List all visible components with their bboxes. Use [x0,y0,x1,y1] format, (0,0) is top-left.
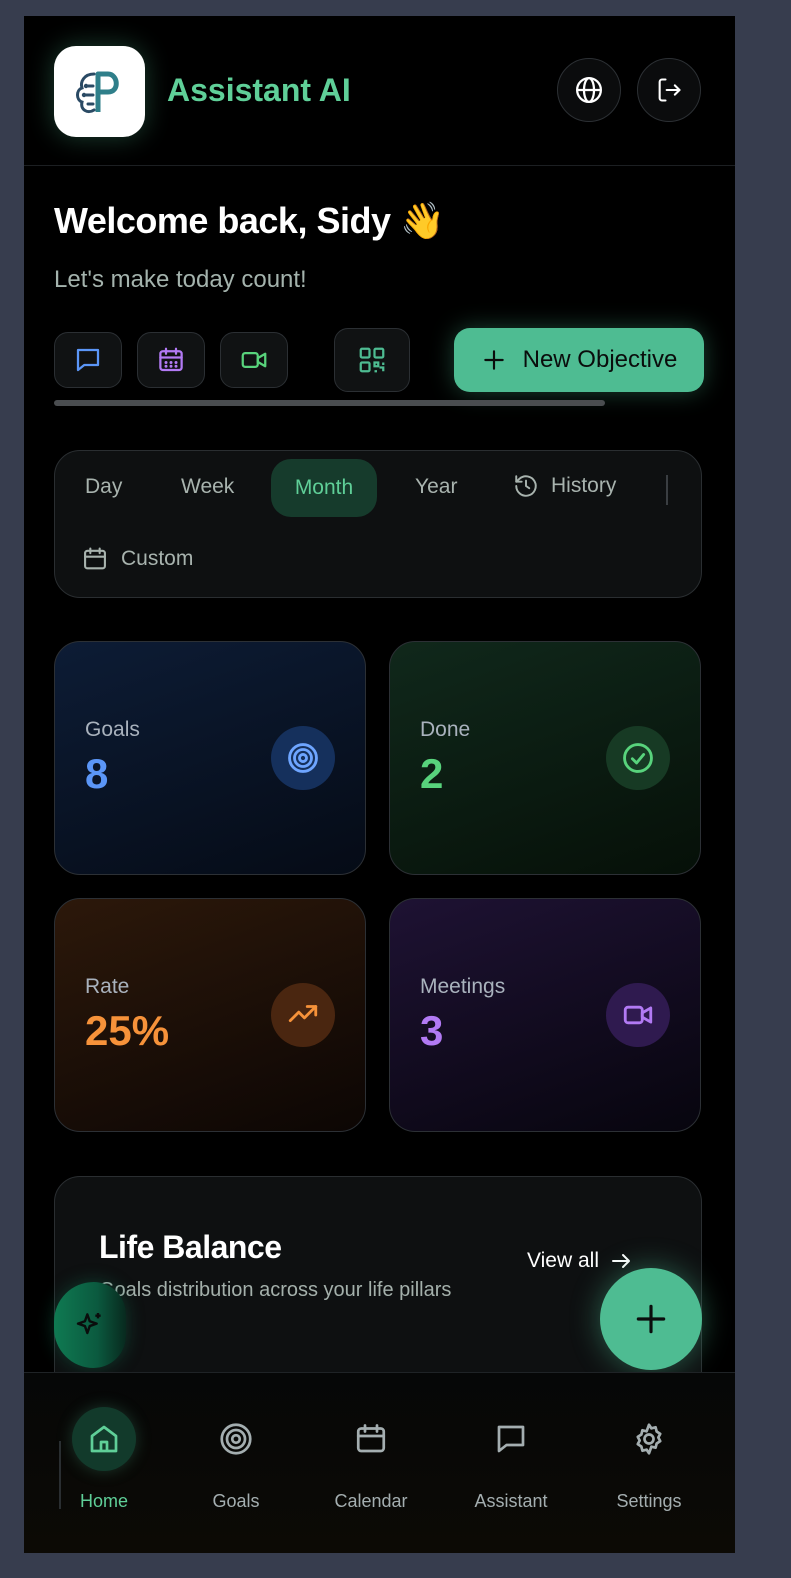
nav-item-calendar[interactable]: Calendar [311,1407,431,1512]
stat-goals-label: Goals [85,718,140,741]
stat-rate-label: Rate [85,975,130,998]
nav-home-label: Home [79,1491,128,1511]
quick-calendar-button[interactable] [137,332,205,388]
life-balance-subtitle: Goals distribution across your life pill… [99,1279,452,1301]
stat-done-icon-wrap [606,726,670,790]
tab-day[interactable]: Day [85,475,122,499]
stat-meetings-icon-wrap [606,983,670,1047]
nav-assistant-label: Assistant [474,1491,548,1511]
quick-chat-button[interactable] [54,332,122,388]
target-icon [220,1423,252,1455]
chat-icon [76,348,100,372]
tab-week-label: Week [181,475,235,498]
welcome-subtitle: Let's make today count! [54,266,307,293]
app-title: Assistant AI [167,72,351,108]
brain-p-logo-icon [75,71,119,113]
calendar-icon [159,347,183,372]
view-all-label: View all [527,1249,599,1272]
stat-meetings-value: 3 [420,1007,444,1054]
stat-goals-icon-wrap [271,726,335,790]
tab-week[interactable]: Week [181,475,234,499]
video-icon [623,1005,653,1025]
qr-code-icon [359,347,385,373]
tab-day-label: Day [85,475,123,498]
quick-video-button[interactable] [220,332,288,388]
ai-sparkle-button[interactable] [54,1282,126,1368]
history-icon [515,475,537,497]
stat-card-goals[interactable]: Goals 8 [54,641,366,875]
new-objective-label: New Objective [522,346,678,373]
chat-icon [497,1425,525,1453]
view-all-link[interactable]: View all [527,1249,633,1273]
stat-done-label: Done [420,718,471,741]
top-bar: Assistant AI [24,16,735,166]
app-screen: Assistant AI Welcome back, Sidy 👋 Let's … [24,16,735,1553]
check-circle-icon [623,743,653,773]
stat-card-rate[interactable]: Rate 25% [54,898,366,1132]
tab-history[interactable]: History [513,473,616,499]
stat-done-value: 2 [420,750,444,797]
plus-icon [483,350,504,370]
stat-meetings-label: Meetings [420,975,506,998]
nav-item-settings[interactable]: Settings [589,1407,709,1512]
nav-item-goals[interactable]: Goals [176,1407,296,1512]
nav-item-home[interactable]: Home [44,1407,164,1512]
period-selector: Day Week Month Year History Custom [54,450,702,598]
calendar-icon [84,547,106,570]
calendar-icon [356,1424,386,1453]
nav-item-assistant[interactable]: Assistant [451,1407,571,1512]
language-button[interactable] [557,58,621,122]
tab-month-label: Month [294,476,354,499]
stat-rate-icon-wrap [271,983,335,1047]
qr-code-button[interactable] [334,328,410,392]
target-icon [288,743,318,773]
nav-calendar-icon-wrap [339,1407,403,1471]
new-objective-button[interactable]: New Objective [454,328,704,392]
nav-home-icon-wrap [72,1407,136,1471]
tab-month[interactable]: Month [271,459,377,517]
logout-button[interactable] [637,58,701,122]
horizontal-scrollbar[interactable] [54,400,605,406]
tab-custom-label: Custom [121,547,194,570]
logout-icon [658,78,681,102]
bottom-navigation: Home Goals Calendar Assistant Settings [24,1372,735,1553]
stat-rate-value: 25% [85,1007,170,1054]
welcome-title: Welcome back, Sidy 👋 [54,200,445,241]
nav-calendar-label: Calendar [334,1491,408,1511]
arrow-right-icon [611,1254,630,1268]
nav-assistant-icon-wrap [479,1407,543,1471]
stat-goals-value: 8 [85,750,109,797]
tab-custom[interactable]: Custom [81,545,193,573]
tab-history-label: History [551,474,617,497]
tab-year-label: Year [415,475,458,498]
globe-icon [576,77,602,103]
add-fab-button[interactable] [600,1268,702,1370]
tab-year[interactable]: Year [415,475,457,499]
gear-icon [636,1423,662,1455]
app-logo[interactable] [54,46,145,137]
stat-card-meetings[interactable]: Meetings 3 [389,898,701,1132]
nav-settings-label: Settings [616,1491,682,1511]
nav-goals-label: Goals [212,1491,260,1511]
life-balance-title: Life Balance [99,1229,282,1265]
nav-settings-icon-wrap [617,1407,681,1471]
stat-card-done[interactable]: Done 2 [389,641,701,875]
video-icon [241,352,267,368]
nav-goals-icon-wrap [204,1407,268,1471]
home-icon [90,1425,118,1453]
trending-up-icon [288,1005,318,1023]
sparkles-icon [76,1313,101,1335]
tab-divider [666,475,668,505]
plus-icon [636,1304,666,1334]
